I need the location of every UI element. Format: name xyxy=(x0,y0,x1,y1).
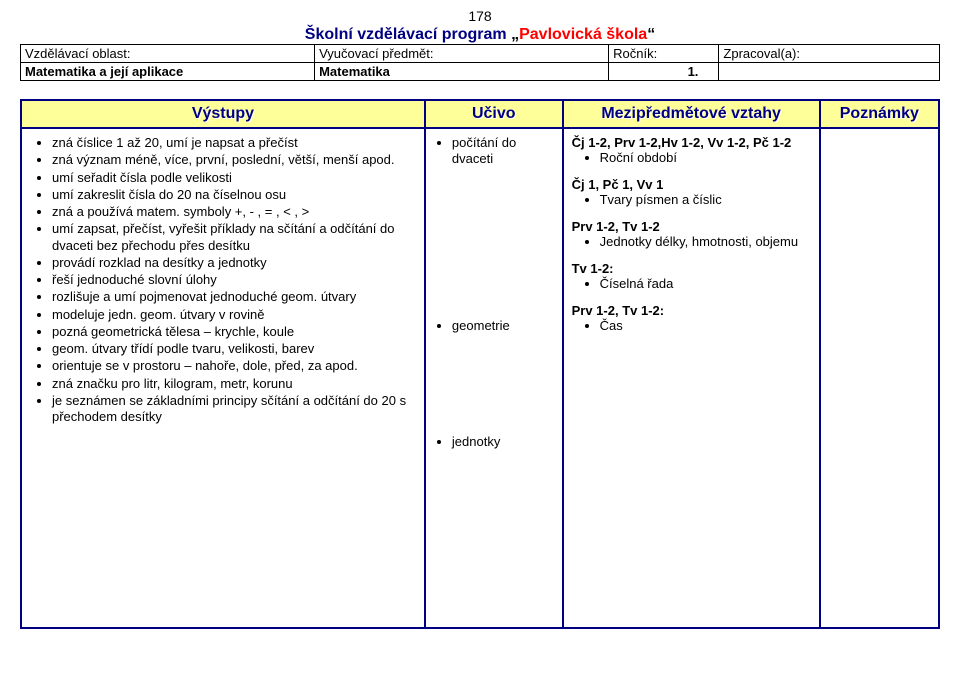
relation-block: Prv 1-2, Tv 1-2Jednotky délky, hmotnosti… xyxy=(572,219,811,249)
vystupy-item: rozlišuje a umí pojmenovat jednoduché ge… xyxy=(52,289,416,305)
ucivo-item: počítání do dvaceti xyxy=(452,135,554,168)
title-school: Pavlovická škola xyxy=(519,26,647,43)
curriculum-table: Výstupy Učivo Mezipředmětové vztahy Pozn… xyxy=(20,99,940,629)
poznamky-cell xyxy=(820,128,939,628)
header-table: Vzdělávací oblast: Vyučovací předmět: Ro… xyxy=(20,44,940,81)
vztahy-cell: Čj 1-2, Prv 1-2,Hv 1-2, Vv 1-2, Pč 1-2Ro… xyxy=(563,128,820,628)
page-number: 178 xyxy=(20,8,940,24)
relation-head: Čj 1-2, Prv 1-2,Hv 1-2, Vv 1-2, Pč 1-2 xyxy=(572,135,811,150)
relation-item: Jednotky délky, hmotnosti, objemu xyxy=(600,234,811,249)
relation-block: Čj 1-2, Prv 1-2,Hv 1-2, Vv 1-2, Pč 1-2Ro… xyxy=(572,135,811,165)
relation-head: Tv 1-2: xyxy=(572,261,811,276)
relation-head: Prv 1-2, Tv 1-2: xyxy=(572,303,811,318)
vystupy-item: modeluje jedn. geom. útvary v rovině xyxy=(52,307,416,323)
vystupy-item: geom. útvary třídí podle tvaru, velikost… xyxy=(52,341,416,357)
vystupy-item: orientuje se v prostoru – nahoře, dole, … xyxy=(52,358,416,374)
vystupy-item: řeší jednoduché slovní úlohy xyxy=(52,272,416,288)
title-program: Školní vzdělávací program xyxy=(305,26,507,43)
relation-head: Čj 1, Pč 1, Vv 1 xyxy=(572,177,811,192)
vystupy-item: umí seřadit čísla podle velikosti xyxy=(52,170,416,186)
ucivo-item: geometrie xyxy=(452,318,554,334)
col-poznamky: Poznámky xyxy=(820,100,939,128)
relation-item: Tvary písmen a číslic xyxy=(600,192,811,207)
vystupy-item: zná význam méně, více, první, poslední, … xyxy=(52,152,416,168)
hdr-area-label: Vzdělávací oblast: xyxy=(21,45,315,63)
vystupy-item: je seznámen se základními principy sčítá… xyxy=(52,393,416,426)
relation-item: Číselná řada xyxy=(600,276,811,291)
hdr-year-value: 1. xyxy=(609,63,719,81)
hdr-author-label: Zpracoval(a): xyxy=(719,45,940,63)
ucivo-cell: počítání do dvaceti geometrie jednotky xyxy=(425,128,563,628)
hdr-area-value: Matematika a její aplikace xyxy=(21,63,315,81)
relation-item: Roční období xyxy=(600,150,811,165)
relation-block: Prv 1-2, Tv 1-2:Čas xyxy=(572,303,811,333)
col-vystupy: Výstupy xyxy=(21,100,425,128)
ucivo-item: jednotky xyxy=(452,434,554,450)
relation-head: Prv 1-2, Tv 1-2 xyxy=(572,219,811,234)
hdr-subject-label: Vyučovací předmět: xyxy=(315,45,609,63)
relation-block: Tv 1-2:Číselná řada xyxy=(572,261,811,291)
doc-title: Školní vzdělávací program „Pavlovická šk… xyxy=(20,26,940,44)
hdr-author-value xyxy=(719,63,940,81)
vystupy-item: zná značku pro litr, kilogram, metr, kor… xyxy=(52,376,416,392)
vystupy-cell: zná číslice 1 až 20, umí je napsat a pře… xyxy=(21,128,425,628)
col-ucivo: Učivo xyxy=(425,100,563,128)
vystupy-item: zná číslice 1 až 20, umí je napsat a pře… xyxy=(52,135,416,151)
vystupy-item: umí zapsat, přečíst, vyřešit příklady na… xyxy=(52,221,416,254)
vystupy-item: zná a používá matem. symboly +, - , = , … xyxy=(52,204,416,220)
hdr-subject-value: Matematika xyxy=(315,63,609,81)
relation-block: Čj 1, Pč 1, Vv 1Tvary písmen a číslic xyxy=(572,177,811,207)
vystupy-item: pozná geometrická tělesa – krychle, koul… xyxy=(52,324,416,340)
vystupy-item: provádí rozklad na desítky a jednotky xyxy=(52,255,416,271)
vystupy-item: umí zakreslit čísla do 20 na číselnou os… xyxy=(52,187,416,203)
col-vztahy: Mezipředmětové vztahy xyxy=(563,100,820,128)
hdr-year-label: Ročník: xyxy=(609,45,719,63)
relation-item: Čas xyxy=(600,318,811,333)
